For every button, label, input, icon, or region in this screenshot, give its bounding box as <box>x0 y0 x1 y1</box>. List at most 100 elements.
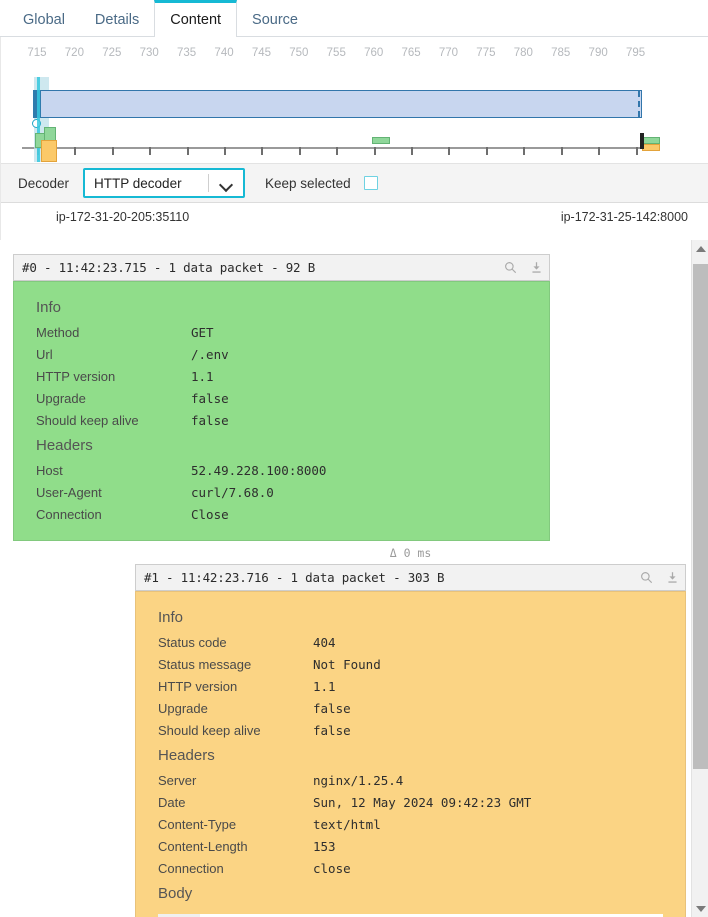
axis-tick-label: 790 <box>588 47 608 59</box>
tab-source[interactable]: Source <box>237 0 313 36</box>
field-key: Url <box>36 347 53 362</box>
tab-global[interactable]: Global <box>8 0 80 36</box>
tab-bar: Global Details Content Source <box>0 0 708 37</box>
timeline-packet-request-2[interactable] <box>372 137 391 144</box>
message-panel: Info Status code 404 Status message Not Foun… <box>135 591 686 917</box>
timeline-packet-close-0[interactable] <box>642 137 661 144</box>
section-title: Info <box>36 299 62 316</box>
field-value: text/html <box>313 817 381 832</box>
scroll-up-arrow-icon[interactable] <box>692 240 708 257</box>
field-value: Sun, 12 May 2024 09:42:23 GMT <box>313 795 532 810</box>
axis-tick-label: 785 <box>551 47 571 59</box>
field-row: Status code 404 <box>136 632 685 654</box>
timeline-cursor-line[interactable] <box>36 77 40 162</box>
tab-content[interactable]: Content <box>154 0 238 37</box>
field-row: Url /.env <box>14 344 549 366</box>
axis-tick <box>224 147 227 155</box>
field-value: Close <box>191 507 229 522</box>
server-endpoint: ip-172-31-25-142:8000 <box>560 210 688 224</box>
messages-scroll-area[interactable]: #0 - 11:42:23.715 - 1 data packet - 92 B… <box>0 240 708 917</box>
axis-tick <box>261 147 264 155</box>
message-panel: Info Method GET Url /.env HTTP version 1.1 Upgr… <box>13 281 550 541</box>
scrollbar-thumb[interactable] <box>693 264 708 769</box>
packet-header[interactable]: #1 - 11:42:23.716 - 1 data packet - 303 … <box>135 564 686 591</box>
field-value: nginx/1.25.4 <box>313 773 404 788</box>
field-row: Should keep alive false <box>136 720 685 742</box>
endpoints-row: ip-172-31-20-205:35110 ip-172-31-25-142:… <box>0 205 694 233</box>
download-icon[interactable] <box>659 565 685 590</box>
field-row: Upgrade false <box>136 698 685 720</box>
tab-details[interactable]: Details <box>80 0 154 36</box>
field-row: Status message Not Found <box>136 654 685 676</box>
axis-tick <box>635 147 638 155</box>
field-value: 404 <box>313 635 336 650</box>
field-value: Not Found <box>313 657 381 672</box>
vertical-scrollbar[interactable] <box>691 240 708 917</box>
axis-tick-label: 795 <box>625 47 646 59</box>
keep-selected-control[interactable]: Keep selected <box>265 175 379 191</box>
field-key: Server <box>158 773 197 788</box>
field-value: false <box>313 701 351 716</box>
tab-label: Source <box>252 11 298 28</box>
field-value: 1.1 <box>313 679 336 694</box>
scroll-down-arrow-icon[interactable] <box>692 900 708 917</box>
packet-header[interactable]: #0 - 11:42:23.715 - 1 data packet - 92 B <box>13 254 550 281</box>
field-row: Connection Close <box>14 504 549 526</box>
connection-bar-end-dash <box>637 91 642 117</box>
field-key: Host <box>36 463 63 478</box>
field-key: Method <box>36 325 80 340</box>
keep-selected-checkbox[interactable] <box>364 175 379 190</box>
packet-header-text: #1 - 11:42:23.716 - 1 data packet - 303 … <box>144 570 445 585</box>
decoder-select[interactable]: HTTP decoder <box>83 168 246 198</box>
search-icon[interactable] <box>633 565 659 590</box>
field-value: false <box>191 413 229 428</box>
chevron-down-icon[interactable] <box>209 180 243 187</box>
axis-tick-label: 735 <box>177 47 197 59</box>
axis-tick <box>74 147 77 155</box>
section-title: Headers <box>36 437 93 454</box>
field-key: Status message <box>158 657 252 672</box>
field-row: Content-Length 153 <box>136 836 685 858</box>
field-row: Server nginx/1.25.4 <box>136 770 685 792</box>
field-row: Connection close <box>136 858 685 880</box>
field-row: HTTP version 1.1 <box>14 366 549 388</box>
field-key: Date <box>158 795 186 810</box>
tab-list: Global Details Content Source <box>0 0 708 37</box>
field-value: GET <box>191 325 214 340</box>
connection-duration-bar[interactable] <box>33 90 642 118</box>
axis-tick <box>336 147 339 155</box>
download-icon[interactable] <box>523 255 549 280</box>
field-value: false <box>191 391 229 406</box>
field-key: Upgrade <box>158 701 208 716</box>
field-value: close <box>313 861 351 876</box>
axis-tick-label: 725 <box>102 47 122 59</box>
timeline-canvas[interactable]: 715 720 725 730 735 740 745 750 755 760 765 770 775 7… <box>0 37 708 162</box>
timeline-close-marker[interactable] <box>640 133 645 149</box>
messages-list: #0 - 11:42:23.715 - 1 data packet - 92 B… <box>0 240 690 917</box>
axis-tick-label: 760 <box>364 47 384 59</box>
client-endpoint: ip-172-31-20-205:35110 <box>56 210 190 224</box>
field-key: Should keep alive <box>36 413 139 428</box>
field-row: Should keep alive false <box>14 410 549 432</box>
timeline-packet-close-1[interactable] <box>642 144 661 151</box>
field-row: Host 52.49.228.100:8000 <box>14 460 549 482</box>
field-row: Upgrade false <box>14 388 549 410</box>
axis-tick <box>373 147 376 155</box>
field-key: HTTP version <box>36 369 116 384</box>
field-row: User-Agent curl/7.68.0 <box>14 482 549 504</box>
field-value: /.env <box>191 347 229 362</box>
axis-tick-label: 765 <box>401 47 421 59</box>
axis-tick <box>448 147 451 155</box>
axis-tick-label: 770 <box>438 47 459 59</box>
inter-message-delta: Δ 0 ms <box>389 546 432 560</box>
axis-tick <box>411 147 414 155</box>
axis-tick <box>598 147 601 155</box>
field-key: Connection <box>36 507 102 522</box>
timeline-packet-response-0[interactable] <box>40 140 57 162</box>
axis-tick-label: 740 <box>214 47 234 59</box>
search-icon[interactable] <box>497 255 523 280</box>
timeline[interactable]: 715 720 725 730 735 740 745 750 755 760 765 770 775 7… <box>0 37 708 183</box>
section-title: Info <box>158 609 184 626</box>
http-stream-viewer: Global Details Content Source 715 720 725 730 7… <box>0 0 708 917</box>
axis-tick-label: 715 <box>27 47 47 59</box>
